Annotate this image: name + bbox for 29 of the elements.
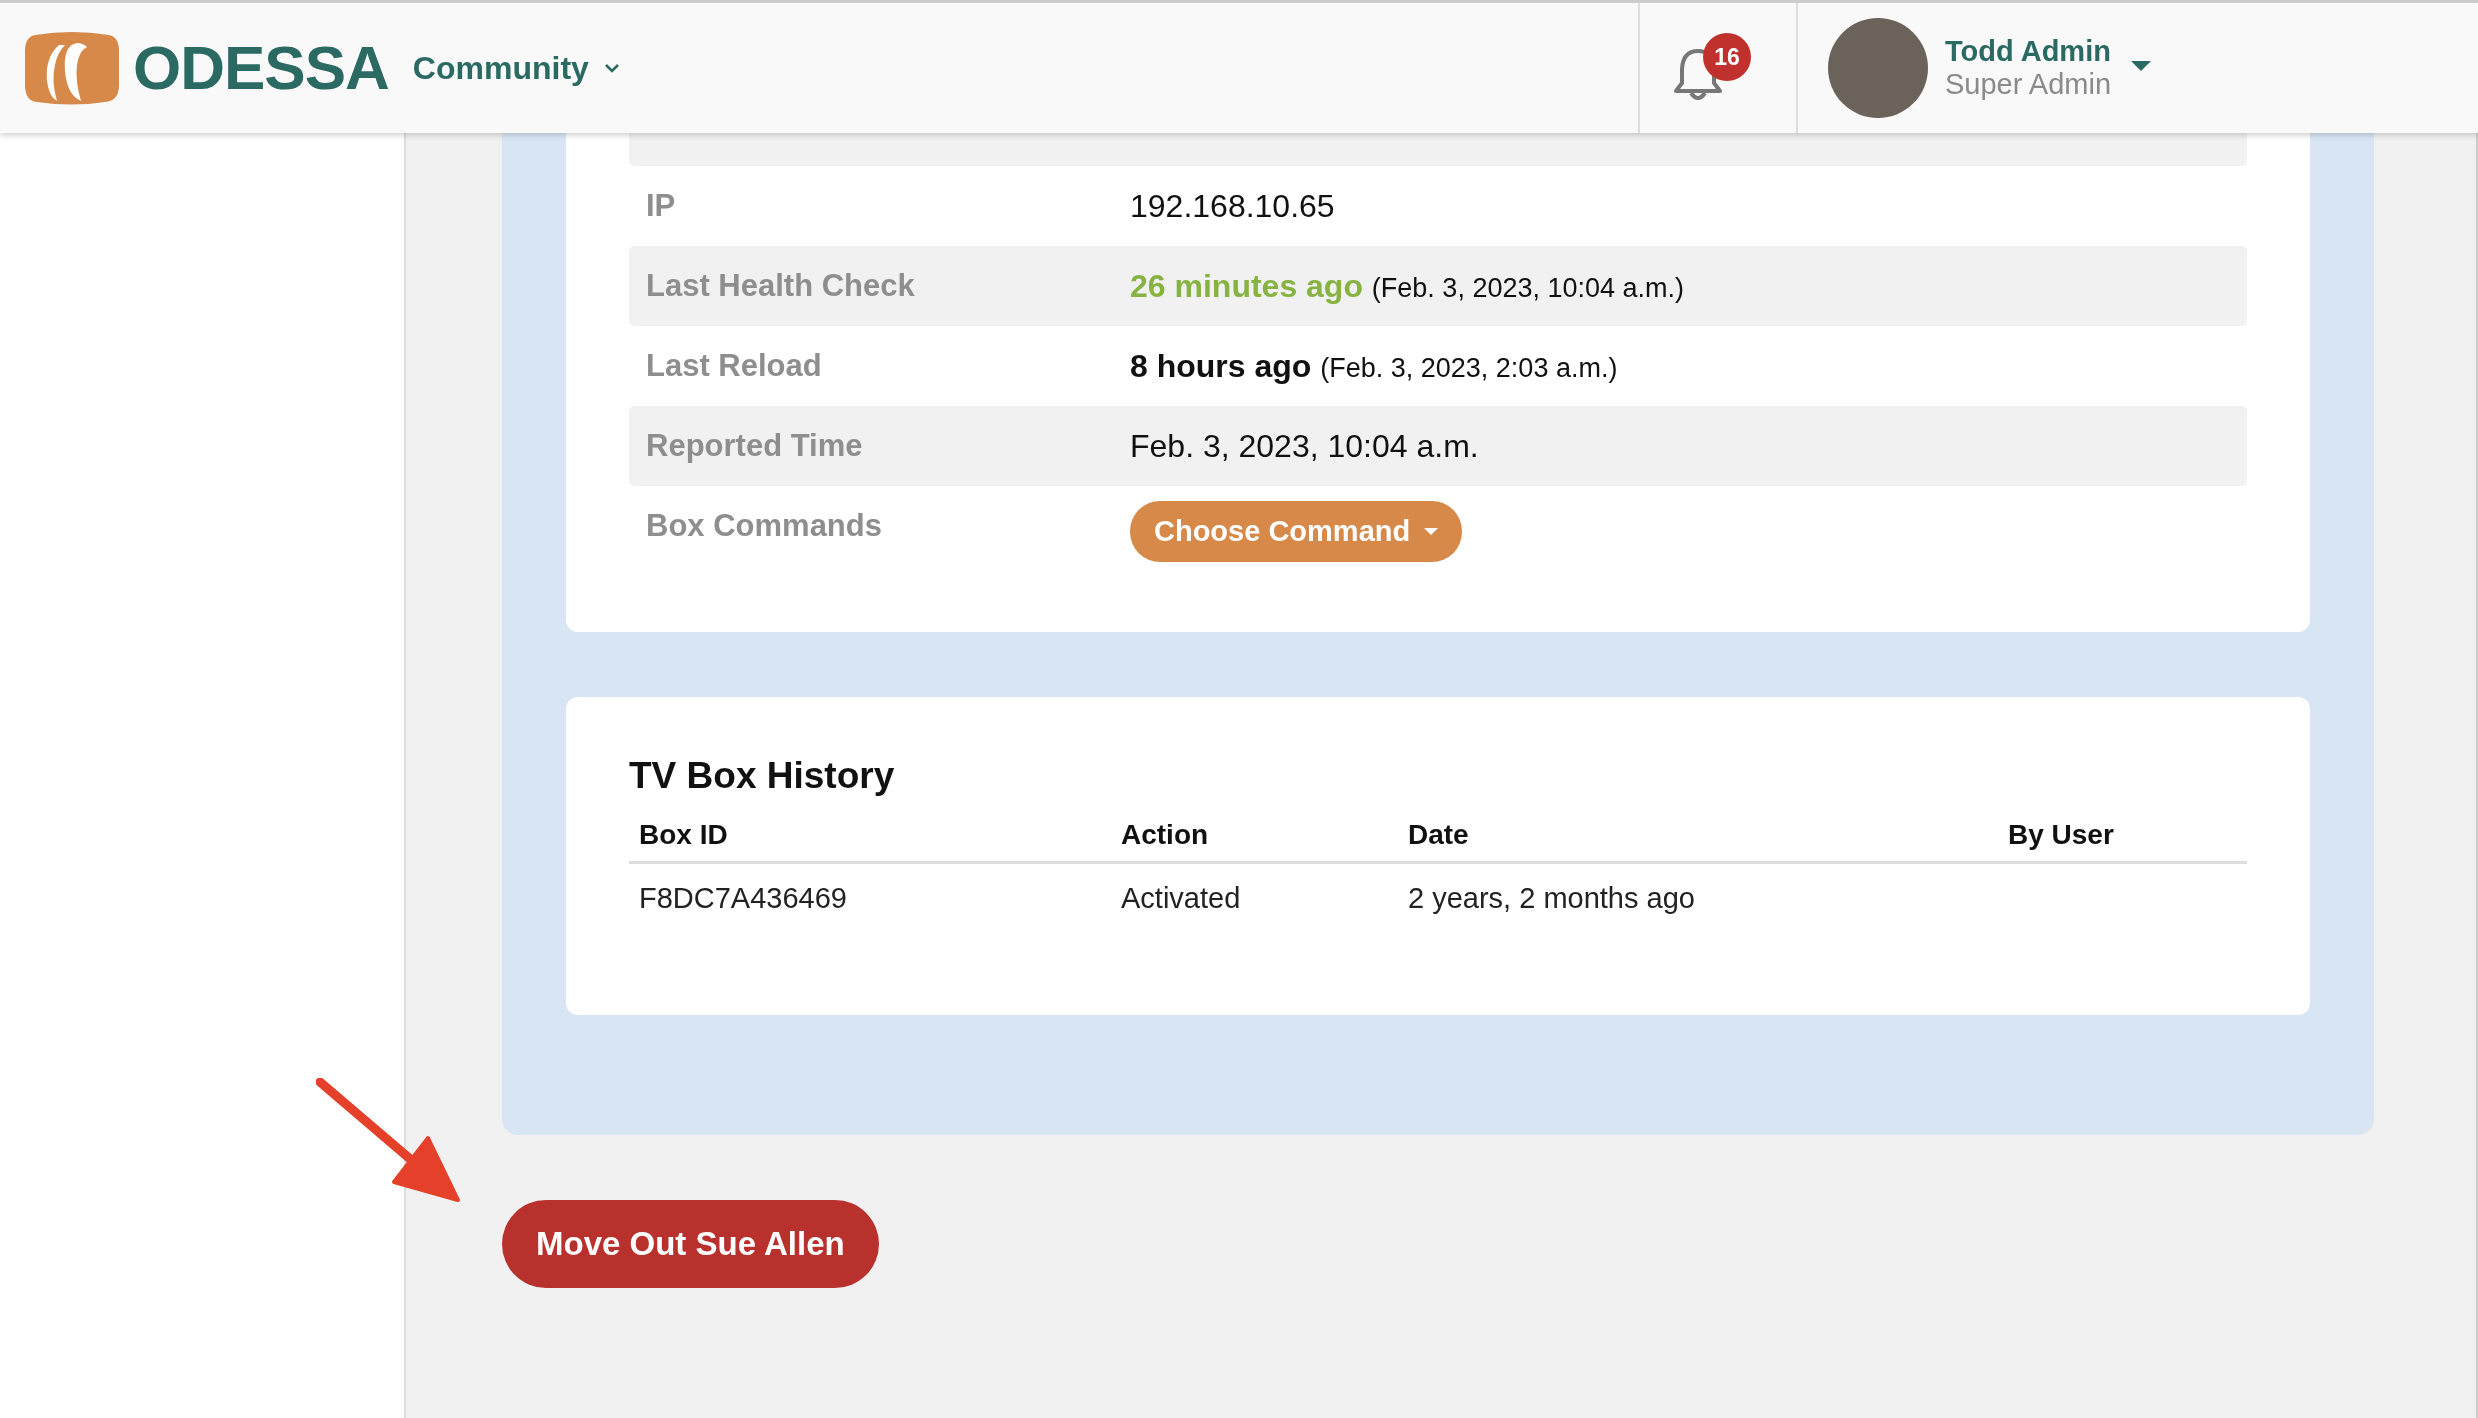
user-name: Todd Admin — [1945, 35, 2112, 68]
brand-name[interactable]: ODESSA — [133, 37, 389, 99]
column-header: Date — [1408, 819, 1470, 851]
community-menu[interactable]: Community — [412, 49, 619, 87]
detail-value: 26 minutes ago (Feb. 3, 2023, 10:04 a.m.) — [1130, 267, 1685, 305]
notification-badge: 16 — [1703, 33, 1751, 81]
detail-label: Last Health Check — [646, 268, 916, 304]
caret-down-icon — [1424, 527, 1439, 535]
detail-value: Feb. 3, 2023, 10:04 a.m. — [1130, 427, 1479, 465]
logo-icon[interactable] — [25, 31, 119, 105]
detail-label: Reported Time — [646, 428, 864, 464]
detail-label: Last Reload — [646, 348, 823, 384]
table-cell-text: 2 years, 2 months ago — [1408, 881, 1696, 915]
move-out-button[interactable]: Move Out Sue Allen — [502, 1200, 879, 1288]
user-menu[interactable]: Todd Admin Super Admin — [1798, 3, 2478, 133]
column-header: By User — [2008, 819, 2115, 851]
table-cell-text: F8DC7A436469 — [639, 881, 848, 915]
caret-down-icon — [2131, 61, 2152, 71]
column-header: Box ID — [639, 819, 729, 851]
user-role: Super Admin — [1945, 68, 2112, 101]
detail-label: Box Commands — [646, 508, 883, 544]
chevron-down-icon — [604, 63, 619, 73]
detail-value: 192.168.10.65 — [1130, 187, 1335, 225]
table-cell-text: Activated — [1121, 881, 1242, 915]
column-header: Action — [1121, 819, 1210, 851]
detail-value: 8 hours ago (Feb. 3, 2023, 2:03 a.m.) — [1130, 347, 1618, 385]
notifications-button[interactable]: 16 — [1673, 33, 1763, 103]
section-title: TV Box History — [629, 755, 896, 797]
detail-label: IP — [646, 188, 677, 224]
